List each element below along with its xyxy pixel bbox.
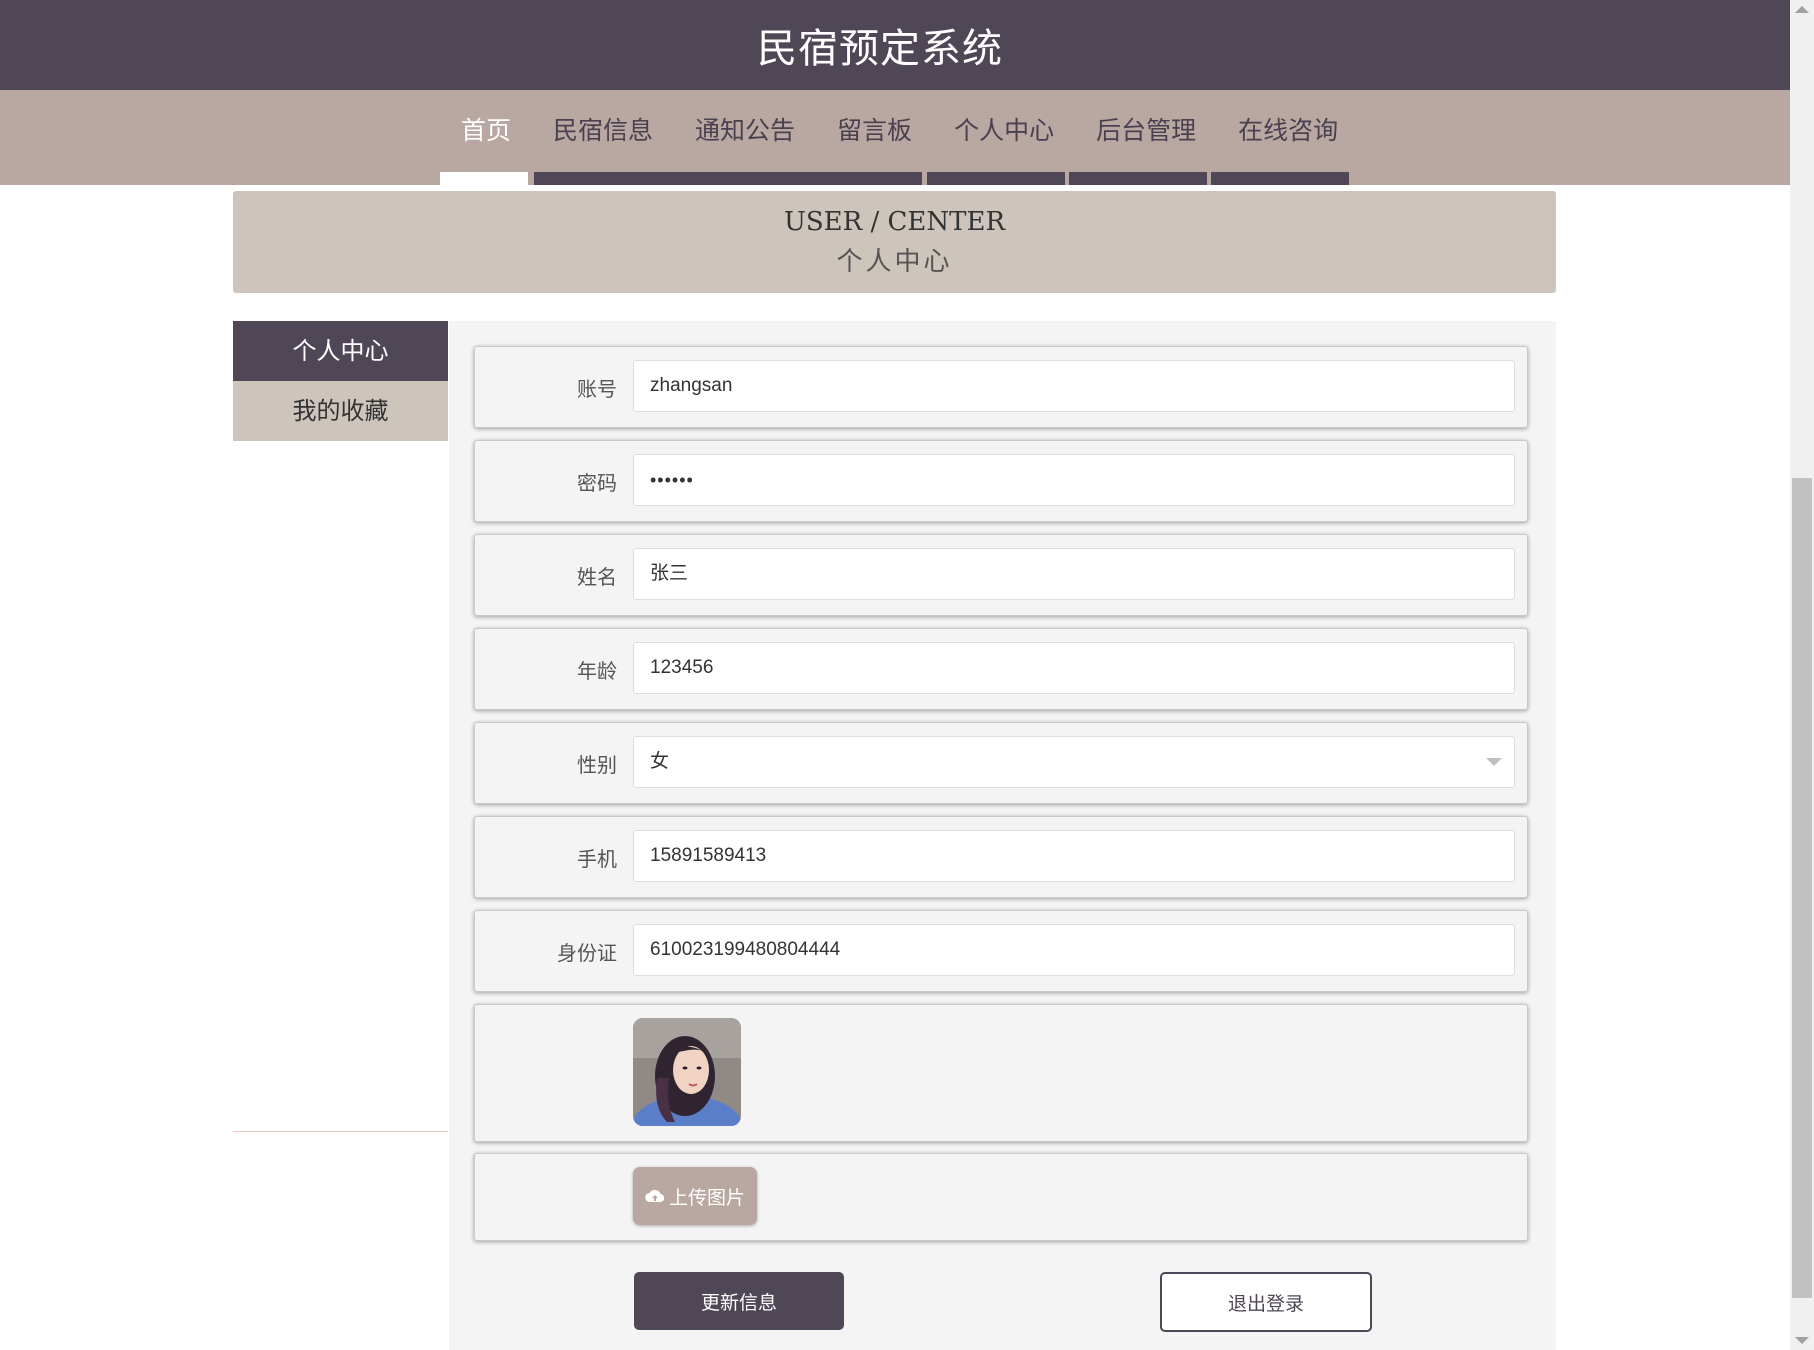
nav-item-user-center[interactable]: 个人中心: [933, 111, 1075, 147]
nav-item-message-board[interactable]: 留言板: [816, 111, 933, 147]
scroll-down-icon[interactable]: [1795, 1337, 1809, 1344]
upload-image-button[interactable]: 上传图片: [633, 1167, 757, 1225]
age-input[interactable]: 123456: [633, 642, 1515, 694]
sidebar-item-favorites[interactable]: 我的收藏: [233, 381, 448, 441]
avatar: [633, 1018, 741, 1126]
gender-label: 性别: [577, 753, 617, 777]
account-label: 账号: [577, 377, 617, 401]
nav-underline: [1069, 172, 1207, 185]
scroll-up-icon[interactable]: [1795, 6, 1809, 13]
update-info-button[interactable]: 更新信息: [634, 1272, 844, 1330]
profile-form: 账号 zhangsan 密码 •••••• 姓名 张三 年龄 123456 性别…: [449, 321, 1556, 1350]
page-banner: USER / CENTER 个人中心: [233, 191, 1556, 293]
nav-item-online-consult[interactable]: 在线咨询: [1217, 111, 1359, 147]
main-nav: 首页 民宿信息 通知公告 留言板 个人中心 后台管理 在线咨询: [0, 90, 1790, 185]
nav-item-admin[interactable]: 后台管理: [1075, 111, 1217, 147]
name-label: 姓名: [577, 565, 617, 589]
nav-underline: [534, 172, 922, 185]
form-row-age: 年龄 123456: [474, 628, 1528, 710]
phone-label: 手机: [577, 847, 617, 871]
age-label: 年龄: [577, 659, 617, 683]
form-row-phone: 手机 15891589413: [474, 816, 1528, 898]
nav-item-homestay-info[interactable]: 民宿信息: [532, 111, 674, 147]
banner-title-zh: 个人中心: [836, 247, 953, 277]
form-row-password: 密码 ••••••: [474, 440, 1528, 522]
form-row-upload: 上传图片: [474, 1153, 1528, 1241]
form-row-id-card: 身份证 610023199480804444: [474, 910, 1528, 992]
site-title: 民宿预定系统: [757, 26, 1003, 72]
upload-image-label: 上传图片: [668, 1186, 745, 1209]
password-input[interactable]: ••••••: [633, 454, 1515, 506]
nav-underline: [927, 172, 1065, 185]
chevron-down-icon: [1486, 758, 1502, 766]
avatar-image: [633, 1018, 741, 1126]
id-card-input[interactable]: 610023199480804444: [633, 924, 1515, 976]
nav-items: 首页 民宿信息 通知公告 留言板 个人中心 后台管理 在线咨询: [440, 90, 1359, 168]
gender-selected-value: 女: [650, 751, 670, 772]
form-row-gender: 性别 女: [474, 722, 1528, 804]
sidebar-divider: [233, 1131, 448, 1132]
form-row-avatar: [474, 1004, 1528, 1142]
id-card-label: 身份证: [557, 941, 617, 965]
password-label: 密码: [577, 471, 617, 495]
logout-button[interactable]: 退出登录: [1160, 1272, 1372, 1332]
form-row-account: 账号 zhangsan: [474, 346, 1528, 428]
nav-item-home[interactable]: 首页: [440, 111, 532, 147]
name-input[interactable]: 张三: [633, 548, 1515, 600]
sidebar-item-user-center[interactable]: 个人中心: [233, 321, 448, 381]
account-input[interactable]: zhangsan: [633, 360, 1515, 412]
sidebar: 个人中心 我的收藏: [233, 321, 448, 1131]
nav-item-notices[interactable]: 通知公告: [674, 111, 816, 147]
nav-underline-active: [440, 172, 528, 185]
gender-select[interactable]: 女: [633, 736, 1515, 788]
top-header: 民宿预定系统: [0, 0, 1790, 90]
banner-title-en: USER / CENTER: [783, 207, 1006, 237]
phone-input[interactable]: 15891589413: [633, 830, 1515, 882]
form-row-name: 姓名 张三: [474, 534, 1528, 616]
nav-underline: [1211, 172, 1349, 185]
cloud-upload-icon: [645, 1189, 665, 1203]
scrollbar-thumb[interactable]: [1792, 478, 1812, 1298]
